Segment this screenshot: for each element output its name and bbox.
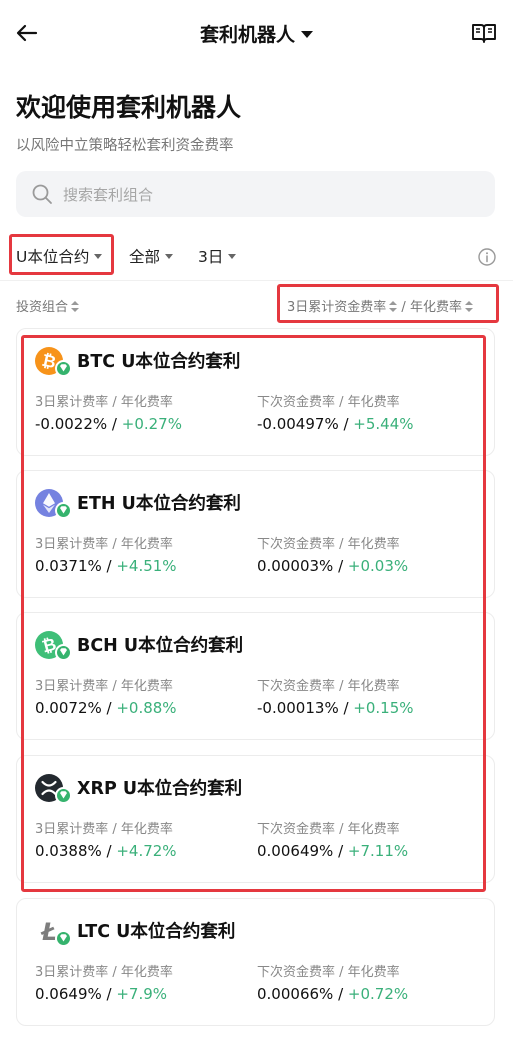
welcome-subtitle: 以风险中立策略轻松套利资金费率 [16,138,234,154]
page-title: 套利机器人 [199,24,295,46]
card-title: LTC U本位合约套利 [77,922,236,942]
cum-rate-label: 3日累计费率 / 年化费率 [35,965,173,980]
column-label: 投资组合 [16,300,69,315]
arbitrage-card-ltc[interactable]: Ł LTC U本位合约套利 3日累计费率 / 年化费率 下次资金费率 / 年化费… [16,898,495,1026]
sort-portfolio[interactable]: 投资组合 [16,296,80,315]
header: 套利机器人 [0,0,513,64]
caret-down-icon [228,254,237,259]
search-icon [31,183,53,205]
caret-down-icon [165,254,174,259]
filter-period[interactable]: 3日 [198,245,237,267]
divider [0,280,513,281]
page-title-dropdown[interactable]: 套利机器人 [0,20,513,47]
welcome-title: 欢迎使用套利机器人 [16,93,242,122]
filter-label: 全部 [129,248,161,266]
filter-label: 3日 [198,248,224,266]
highlight-box [21,335,486,892]
highlight-box [277,284,499,323]
caret-down-icon [301,31,313,38]
guide-book-icon[interactable] [471,21,497,45]
next-rate-label: 下次资金费率 / 年化费率 [257,965,400,980]
search-placeholder: 搜索套利组合 [63,186,154,204]
filter-scope[interactable]: 全部 [129,245,174,267]
info-icon[interactable] [477,247,497,267]
diamond-badge-icon [55,930,72,947]
cum-rate-value: 0.0649% / +7.9% [35,985,168,1003]
search-input[interactable]: 搜索套利组合 [16,171,495,217]
highlight-box [9,234,114,275]
sort-icon [71,301,80,312]
next-rate-value: 0.00066% / +0.72% [257,985,409,1003]
